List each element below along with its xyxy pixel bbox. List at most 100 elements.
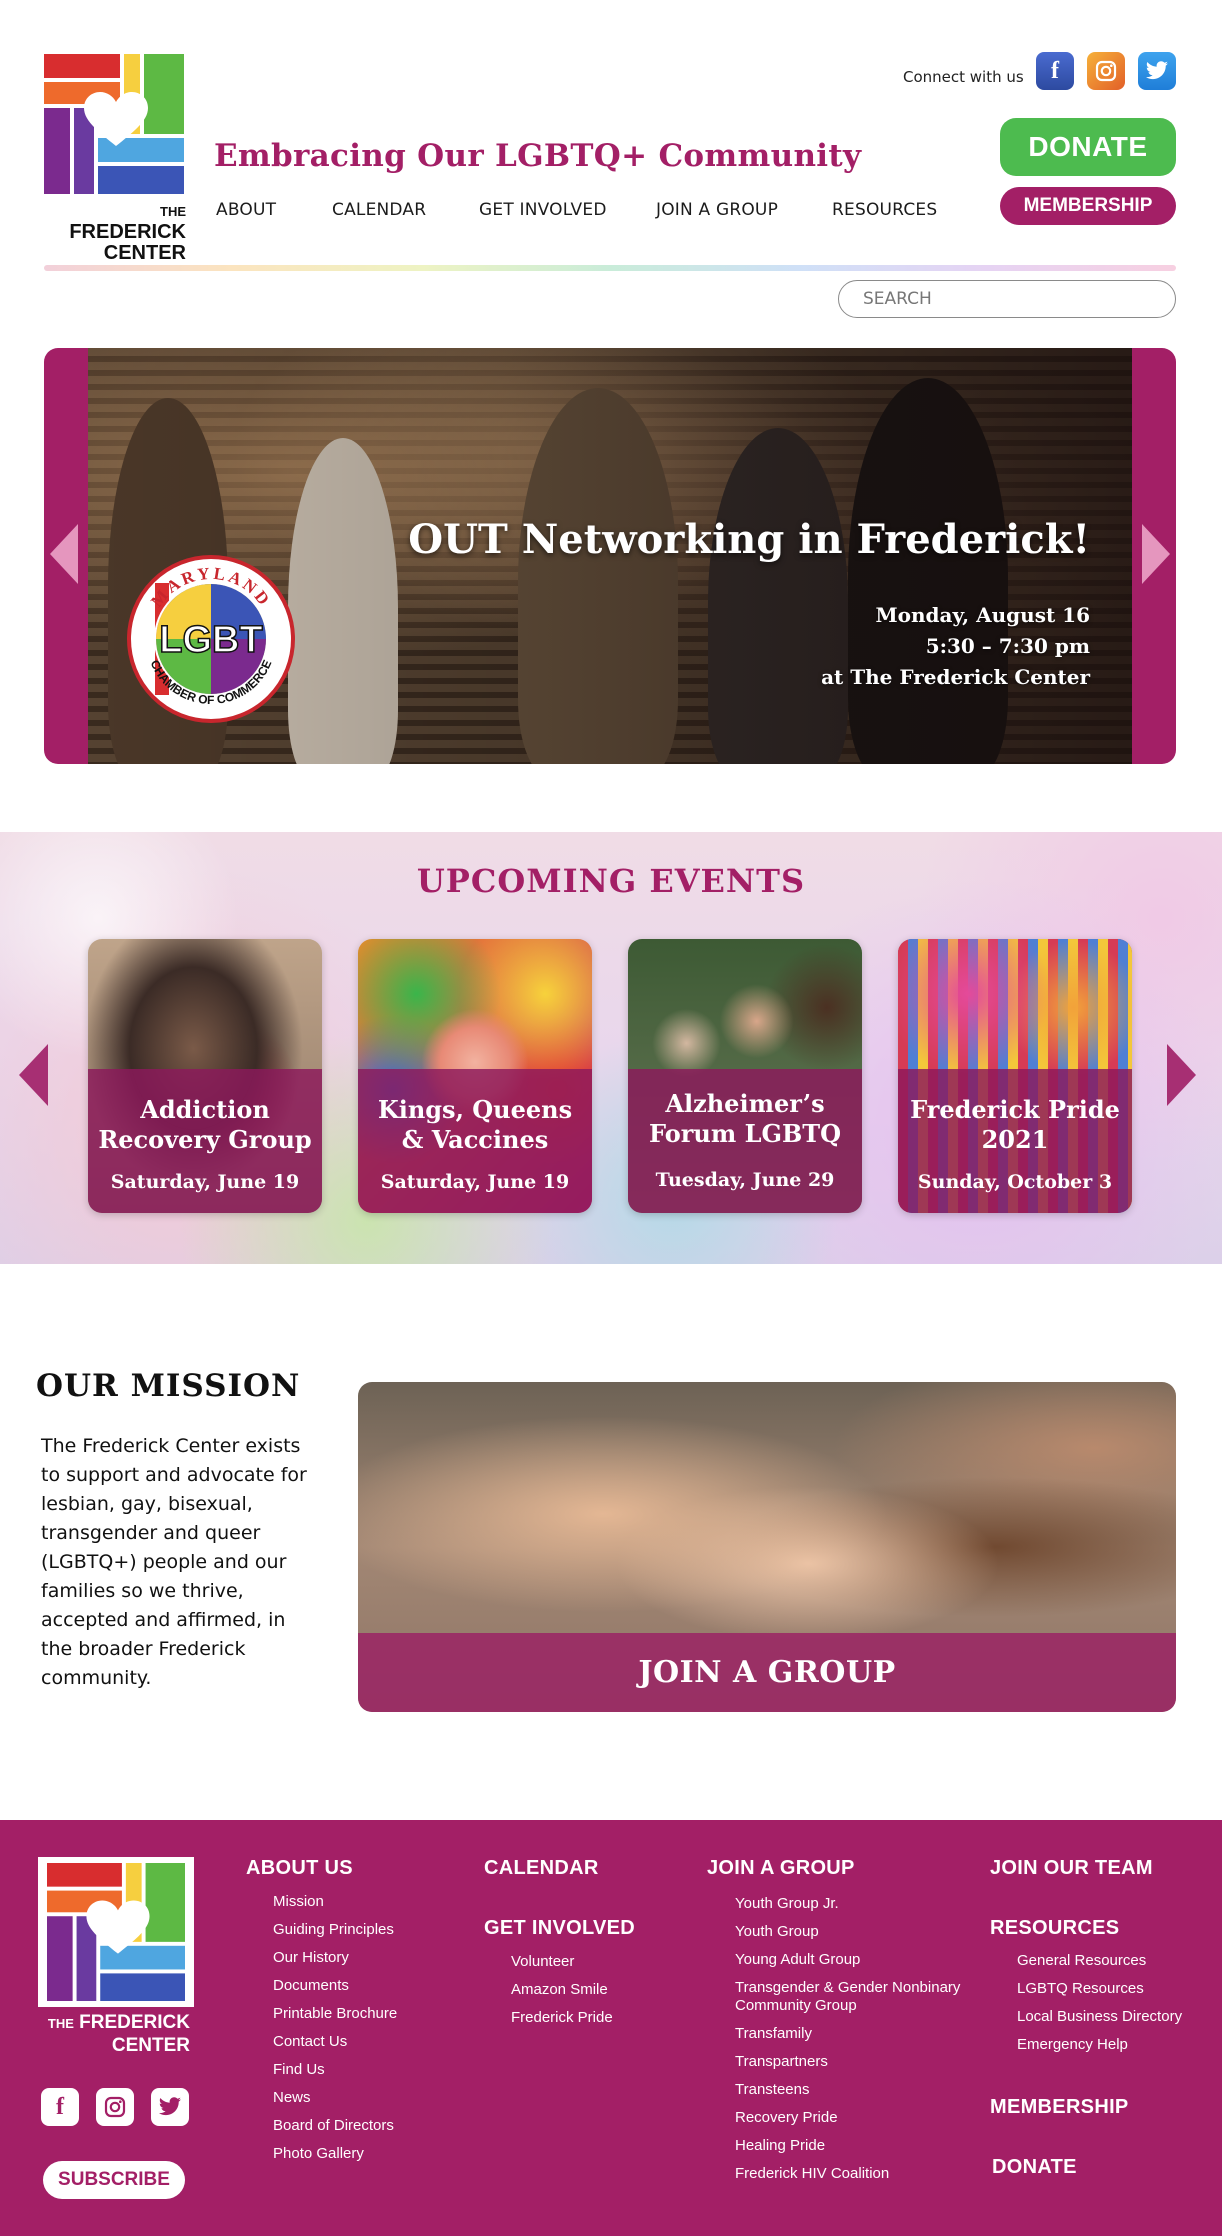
- footer-join-group-heading[interactable]: JOIN A GROUP: [707, 1857, 855, 1880]
- footer-resources-list: General Resources LGBTQ Resources Local …: [1017, 1947, 1182, 2059]
- footer-link[interactable]: Emergency Help: [1017, 2031, 1182, 2059]
- footer-link[interactable]: Young Adult Group: [735, 1946, 965, 1974]
- site-footer: THE FREDERICK CENTER f SUBSCRIBE ABOUT U…: [0, 1820, 1222, 2236]
- footer-link[interactable]: Photo Gallery: [273, 2140, 397, 2168]
- footer-about-list: Mission Guiding Principles Our History D…: [273, 1888, 397, 2168]
- footer-logo-name-2: CENTER: [111, 2035, 190, 2056]
- hero-prev-arrow[interactable]: [50, 524, 78, 584]
- footer-wordmark: THE FREDERICK CENTER: [38, 2012, 190, 2057]
- events-next-arrow[interactable]: [1167, 1044, 1196, 1106]
- footer-link[interactable]: Youth Group: [735, 1918, 965, 1946]
- footer-facebook-icon[interactable]: f: [41, 2088, 79, 2126]
- footer-link[interactable]: Transgender & Gender Nonbinary Community…: [735, 1979, 965, 2015]
- footer-instagram-icon[interactable]: [96, 2088, 134, 2126]
- lgbt-chamber-badge: LGBT MARYLAND CHAMBER OF COMMERCE: [127, 555, 295, 723]
- footer-link[interactable]: News: [273, 2084, 397, 2112]
- footer-link[interactable]: General Resources: [1017, 1947, 1182, 1975]
- footer-link[interactable]: Transteens: [735, 2076, 965, 2104]
- subscribe-button[interactable]: SUBSCRIBE: [43, 2161, 185, 2199]
- mission-title: OUR MISSION: [36, 1368, 301, 1404]
- footer-link[interactable]: Recovery Pride: [735, 2104, 965, 2132]
- footer-link[interactable]: Amazon Smile: [511, 1976, 613, 2004]
- footer-link[interactable]: Local Business Directory: [1017, 2003, 1182, 2031]
- twitter-icon[interactable]: [1138, 52, 1176, 90]
- events-prev-arrow[interactable]: [19, 1044, 48, 1106]
- logo-mark: [44, 54, 184, 194]
- footer-about-heading[interactable]: ABOUT US: [246, 1857, 353, 1880]
- join-a-group-card[interactable]: JOIN A GROUP: [358, 1382, 1176, 1712]
- event-date: Tuesday, June 29: [655, 1169, 835, 1191]
- footer-logo-the: THE: [47, 2016, 74, 2031]
- footer-link[interactable]: Our History: [273, 1944, 397, 1972]
- footer-logo[interactable]: [38, 1857, 194, 2007]
- event-title: Addiction Recovery Group: [98, 1095, 312, 1154]
- event-card[interactable]: Addiction Recovery Group Saturday, June …: [88, 939, 322, 1213]
- tagline: Embracing Our LGBTQ+ Community: [214, 138, 862, 174]
- donate-button[interactable]: DONATE: [1000, 118, 1176, 176]
- nav-about[interactable]: ABOUT: [216, 200, 276, 220]
- footer-link[interactable]: Guiding Principles: [273, 1916, 397, 1944]
- event-title: Kings, Queens & Vaccines: [377, 1095, 573, 1154]
- footer-involved-list: Volunteer Amazon Smile Frederick Pride: [511, 1948, 613, 2032]
- event-title: Frederick Pride 2021: [910, 1095, 1120, 1154]
- event-card[interactable]: Alzheimer’s Forum LGBTQ Tuesday, June 29: [628, 939, 862, 1213]
- site-logo[interactable]: THE FREDERICK CENTER: [44, 54, 186, 264]
- footer-link[interactable]: Contact Us: [273, 2028, 397, 2056]
- hero-next-arrow[interactable]: [1142, 524, 1170, 584]
- event-date: Saturday, June 19: [110, 1171, 300, 1193]
- hero-event-info: Monday, August 16 5:30 – 7:30 pm at The …: [821, 600, 1090, 693]
- footer-link[interactable]: Find Us: [273, 2056, 397, 2084]
- footer-link[interactable]: Board of Directors: [273, 2112, 397, 2140]
- logo-name-1: FREDERICK: [69, 221, 186, 243]
- mission-text: The Frederick Center exists to support a…: [41, 1435, 307, 1689]
- footer-logo-name-1: FREDERICK: [79, 2012, 190, 2033]
- footer-link[interactable]: Printable Brochure: [273, 2000, 397, 2028]
- footer-link[interactable]: Frederick HIV Coalition: [735, 2160, 965, 2188]
- nav-calendar[interactable]: CALENDAR: [332, 200, 426, 220]
- footer-link[interactable]: Youth Group Jr.: [735, 1890, 965, 1918]
- rainbow-divider: [44, 265, 1176, 271]
- event-card[interactable]: Frederick Pride 2021 Sunday, October 3: [898, 939, 1132, 1213]
- membership-button[interactable]: MEMBERSHIP: [1000, 187, 1176, 225]
- nav-resources[interactable]: RESOURCES: [832, 200, 937, 220]
- hero-slider: LGBT MARYLAND CHAMBER OF COMMERCE OUT Ne…: [44, 348, 1176, 764]
- footer-resources-heading[interactable]: RESOURCES: [990, 1917, 1119, 1940]
- logo-the: THE: [160, 204, 186, 219]
- join-a-group-label: JOIN A GROUP: [358, 1633, 1176, 1712]
- event-card[interactable]: Kings, Queens & Vaccines Saturday, June …: [358, 939, 592, 1213]
- hero-time: 5:30 – 7:30 pm: [925, 634, 1090, 658]
- logo-name-2: CENTER: [103, 242, 186, 264]
- footer-membership-heading[interactable]: MEMBERSHIP: [990, 2096, 1129, 2119]
- footer-link[interactable]: Transfamily: [735, 2020, 965, 2048]
- event-date: Sunday, October 3: [917, 1171, 1113, 1193]
- footer-link[interactable]: Mission: [273, 1888, 397, 1916]
- event-date: Saturday, June 19: [380, 1171, 570, 1193]
- hero-location: at The Frederick Center: [821, 665, 1090, 689]
- badge-center-text: LGBT: [159, 619, 262, 661]
- footer-link[interactable]: Documents: [273, 1972, 397, 2000]
- nav-join-a-group[interactable]: JOIN A GROUP: [656, 200, 778, 220]
- search-input[interactable]: [838, 280, 1176, 318]
- footer-link[interactable]: Healing Pride: [735, 2132, 965, 2160]
- footer-link[interactable]: LGBTQ Resources: [1017, 1975, 1182, 2003]
- upcoming-events: UPCOMING EVENTS Addiction Recovery Group…: [0, 832, 1222, 1264]
- footer-get-involved-heading[interactable]: GET INVOLVED: [484, 1917, 635, 1940]
- footer-donate-heading[interactable]: DONATE: [992, 2156, 1077, 2179]
- footer-link[interactable]: Frederick Pride: [511, 2004, 613, 2032]
- footer-twitter-icon[interactable]: [151, 2088, 189, 2126]
- footer-calendar-heading[interactable]: CALENDAR: [484, 1857, 599, 1880]
- logo-wordmark: THE FREDERICK CENTER: [44, 200, 186, 264]
- event-title: Alzheimer’s Forum LGBTQ: [649, 1089, 841, 1148]
- nav-get-involved[interactable]: GET INVOLVED: [479, 200, 607, 220]
- footer-logo-mark: [47, 1863, 185, 2001]
- footer-link[interactable]: Volunteer: [511, 1948, 613, 1976]
- footer-join-team-heading[interactable]: JOIN OUR TEAM: [990, 1857, 1153, 1880]
- connect-label: Connect with us: [903, 68, 1024, 86]
- facebook-icon[interactable]: f: [1036, 52, 1074, 90]
- hero-title[interactable]: OUT Networking in Frederick!: [408, 516, 1090, 563]
- footer-link[interactable]: Transpartners: [735, 2048, 965, 2076]
- footer-group-list: Youth Group Jr. Youth Group Young Adult …: [735, 1890, 965, 2188]
- events-title: UPCOMING EVENTS: [416, 862, 806, 900]
- hero-date: Monday, August 16: [875, 603, 1090, 627]
- instagram-icon[interactable]: [1087, 52, 1125, 90]
